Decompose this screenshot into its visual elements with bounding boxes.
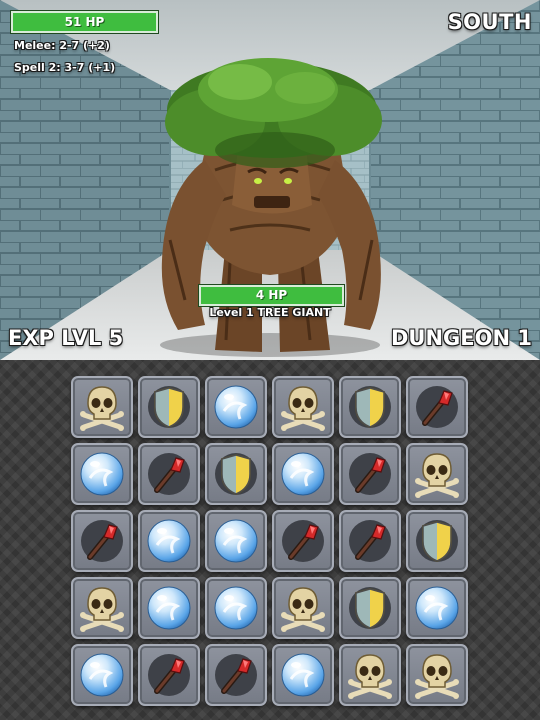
board-tile-orb[interactable]	[71, 443, 133, 505]
board-tile-skull[interactable]	[71, 577, 133, 639]
board-tile-wand[interactable]	[339, 510, 401, 572]
board-tile-wand[interactable]	[272, 510, 334, 572]
board-tile-skull[interactable]	[272, 577, 334, 639]
monster-hp-bar: 4 HP	[199, 285, 344, 306]
board-tile-wand[interactable]	[71, 510, 133, 572]
board-tile-skull[interactable]	[406, 443, 468, 505]
exp-level: EXP LVL 5	[8, 326, 124, 350]
board-tile-orb[interactable]	[138, 577, 200, 639]
board-tile-orb[interactable]	[272, 644, 334, 706]
melee-stat: Melee: 2-7 (+2)	[14, 39, 110, 52]
board-tile-skull[interactable]	[339, 644, 401, 706]
match-board	[0, 360, 540, 720]
board-tile-orb[interactable]	[138, 510, 200, 572]
board-tile-orb[interactable]	[205, 376, 267, 438]
board-tile-skull[interactable]	[272, 376, 334, 438]
dungeon-view: 51 HP Melee: 2-7 (+2) Spell 2: 3-7 (+1) …	[0, 0, 540, 360]
board-tile-orb[interactable]	[272, 443, 334, 505]
board-tile-skull[interactable]	[406, 644, 468, 706]
board-tile-shield[interactable]	[339, 376, 401, 438]
board-tile-shield[interactable]	[205, 443, 267, 505]
player-hp-bar: 51 HP	[11, 11, 158, 33]
board-tile-shield[interactable]	[339, 577, 401, 639]
monster-name: Level 1 TREE GIANT	[209, 306, 331, 319]
board-tile-wand[interactable]	[339, 443, 401, 505]
board-tile-orb[interactable]	[406, 577, 468, 639]
board-tile-orb[interactable]	[205, 510, 267, 572]
board-tile-wand[interactable]	[205, 644, 267, 706]
board-tile-shield[interactable]	[138, 376, 200, 438]
spell-stat: Spell 2: 3-7 (+1)	[14, 61, 116, 74]
board-tile-wand[interactable]	[138, 644, 200, 706]
board-tile-wand[interactable]	[138, 443, 200, 505]
board-tile-shield[interactable]	[406, 510, 468, 572]
board-tile-skull[interactable]	[71, 376, 133, 438]
dungeon-level: DUNGEON 1	[391, 326, 532, 350]
board-tile-wand[interactable]	[406, 376, 468, 438]
board-tile-orb[interactable]	[71, 644, 133, 706]
compass-direction: SOUTH	[447, 10, 532, 34]
board-tile-orb[interactable]	[205, 577, 267, 639]
